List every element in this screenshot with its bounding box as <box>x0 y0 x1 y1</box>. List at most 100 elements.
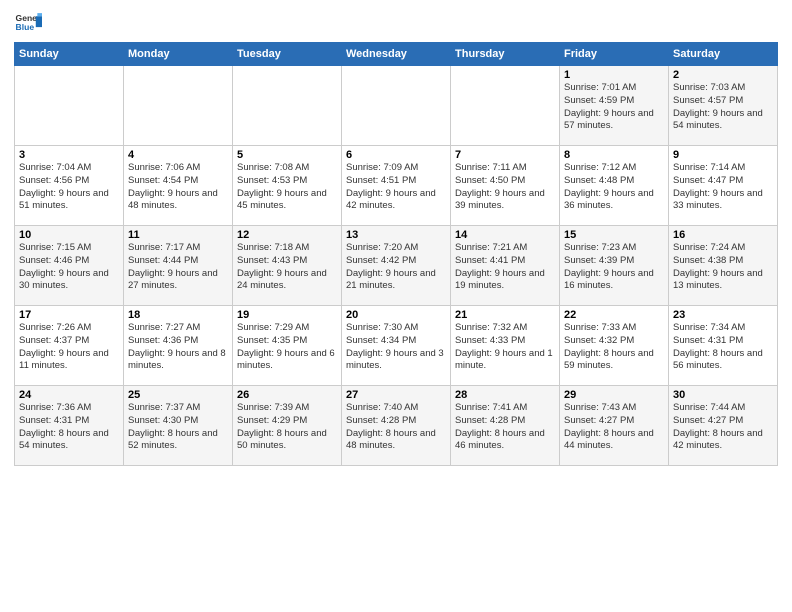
day-number: 5 <box>237 149 337 161</box>
day-cell: 5Sunrise: 7:08 AM Sunset: 4:53 PM Daylig… <box>233 146 342 226</box>
day-cell: 3Sunrise: 7:04 AM Sunset: 4:56 PM Daylig… <box>15 146 124 226</box>
day-detail: Sunrise: 7:37 AM Sunset: 4:30 PM Dayligh… <box>128 402 228 453</box>
day-number: 21 <box>455 309 555 321</box>
day-cell: 12Sunrise: 7:18 AM Sunset: 4:43 PM Dayli… <box>233 226 342 306</box>
day-cell <box>451 66 560 146</box>
logo: General Blue <box>14 10 42 38</box>
day-number: 18 <box>128 309 228 321</box>
day-number: 9 <box>673 149 773 161</box>
day-cell: 15Sunrise: 7:23 AM Sunset: 4:39 PM Dayli… <box>560 226 669 306</box>
day-detail: Sunrise: 7:29 AM Sunset: 4:35 PM Dayligh… <box>237 322 337 373</box>
col-header-tuesday: Tuesday <box>233 43 342 66</box>
day-cell: 27Sunrise: 7:40 AM Sunset: 4:28 PM Dayli… <box>342 386 451 466</box>
day-detail: Sunrise: 7:03 AM Sunset: 4:57 PM Dayligh… <box>673 82 773 133</box>
day-detail: Sunrise: 7:08 AM Sunset: 4:53 PM Dayligh… <box>237 162 337 213</box>
day-number: 7 <box>455 149 555 161</box>
day-cell: 7Sunrise: 7:11 AM Sunset: 4:50 PM Daylig… <box>451 146 560 226</box>
day-number: 8 <box>564 149 664 161</box>
day-cell <box>15 66 124 146</box>
day-detail: Sunrise: 7:21 AM Sunset: 4:41 PM Dayligh… <box>455 242 555 293</box>
day-detail: Sunrise: 7:17 AM Sunset: 4:44 PM Dayligh… <box>128 242 228 293</box>
col-header-saturday: Saturday <box>669 43 778 66</box>
week-row-3: 10Sunrise: 7:15 AM Sunset: 4:46 PM Dayli… <box>15 226 778 306</box>
day-detail: Sunrise: 7:43 AM Sunset: 4:27 PM Dayligh… <box>564 402 664 453</box>
day-number: 24 <box>19 389 119 401</box>
col-header-wednesday: Wednesday <box>342 43 451 66</box>
day-detail: Sunrise: 7:06 AM Sunset: 4:54 PM Dayligh… <box>128 162 228 213</box>
day-detail: Sunrise: 7:33 AM Sunset: 4:32 PM Dayligh… <box>564 322 664 373</box>
day-cell: 2Sunrise: 7:03 AM Sunset: 4:57 PM Daylig… <box>669 66 778 146</box>
day-cell: 17Sunrise: 7:26 AM Sunset: 4:37 PM Dayli… <box>15 306 124 386</box>
day-cell: 30Sunrise: 7:44 AM Sunset: 4:27 PM Dayli… <box>669 386 778 466</box>
day-detail: Sunrise: 7:30 AM Sunset: 4:34 PM Dayligh… <box>346 322 446 373</box>
day-number: 19 <box>237 309 337 321</box>
day-detail: Sunrise: 7:18 AM Sunset: 4:43 PM Dayligh… <box>237 242 337 293</box>
day-number: 14 <box>455 229 555 241</box>
day-detail: Sunrise: 7:44 AM Sunset: 4:27 PM Dayligh… <box>673 402 773 453</box>
day-number: 27 <box>346 389 446 401</box>
day-number: 30 <box>673 389 773 401</box>
svg-text:Blue: Blue <box>16 22 35 32</box>
day-number: 22 <box>564 309 664 321</box>
day-detail: Sunrise: 7:23 AM Sunset: 4:39 PM Dayligh… <box>564 242 664 293</box>
day-number: 20 <box>346 309 446 321</box>
day-cell <box>233 66 342 146</box>
day-cell: 8Sunrise: 7:12 AM Sunset: 4:48 PM Daylig… <box>560 146 669 226</box>
day-number: 11 <box>128 229 228 241</box>
week-row-2: 3Sunrise: 7:04 AM Sunset: 4:56 PM Daylig… <box>15 146 778 226</box>
day-detail: Sunrise: 7:04 AM Sunset: 4:56 PM Dayligh… <box>19 162 119 213</box>
day-cell: 28Sunrise: 7:41 AM Sunset: 4:28 PM Dayli… <box>451 386 560 466</box>
header-row: General Blue <box>14 10 778 38</box>
day-cell: 18Sunrise: 7:27 AM Sunset: 4:36 PM Dayli… <box>124 306 233 386</box>
day-detail: Sunrise: 7:24 AM Sunset: 4:38 PM Dayligh… <box>673 242 773 293</box>
day-detail: Sunrise: 7:11 AM Sunset: 4:50 PM Dayligh… <box>455 162 555 213</box>
day-number: 26 <box>237 389 337 401</box>
day-number: 6 <box>346 149 446 161</box>
day-detail: Sunrise: 7:27 AM Sunset: 4:36 PM Dayligh… <box>128 322 228 373</box>
day-cell: 26Sunrise: 7:39 AM Sunset: 4:29 PM Dayli… <box>233 386 342 466</box>
day-number: 10 <box>19 229 119 241</box>
day-number: 29 <box>564 389 664 401</box>
day-detail: Sunrise: 7:41 AM Sunset: 4:28 PM Dayligh… <box>455 402 555 453</box>
day-cell: 19Sunrise: 7:29 AM Sunset: 4:35 PM Dayli… <box>233 306 342 386</box>
day-cell: 14Sunrise: 7:21 AM Sunset: 4:41 PM Dayli… <box>451 226 560 306</box>
day-detail: Sunrise: 7:34 AM Sunset: 4:31 PM Dayligh… <box>673 322 773 373</box>
day-number: 25 <box>128 389 228 401</box>
day-cell <box>342 66 451 146</box>
day-number: 28 <box>455 389 555 401</box>
week-row-1: 1Sunrise: 7:01 AM Sunset: 4:59 PM Daylig… <box>15 66 778 146</box>
calendar-table: SundayMondayTuesdayWednesdayThursdayFrid… <box>14 42 778 466</box>
day-number: 15 <box>564 229 664 241</box>
day-cell: 13Sunrise: 7:20 AM Sunset: 4:42 PM Dayli… <box>342 226 451 306</box>
day-cell: 9Sunrise: 7:14 AM Sunset: 4:47 PM Daylig… <box>669 146 778 226</box>
day-cell: 24Sunrise: 7:36 AM Sunset: 4:31 PM Dayli… <box>15 386 124 466</box>
col-header-thursday: Thursday <box>451 43 560 66</box>
day-detail: Sunrise: 7:01 AM Sunset: 4:59 PM Dayligh… <box>564 82 664 133</box>
day-number: 12 <box>237 229 337 241</box>
day-detail: Sunrise: 7:36 AM Sunset: 4:31 PM Dayligh… <box>19 402 119 453</box>
day-detail: Sunrise: 7:12 AM Sunset: 4:48 PM Dayligh… <box>564 162 664 213</box>
day-cell: 21Sunrise: 7:32 AM Sunset: 4:33 PM Dayli… <box>451 306 560 386</box>
col-header-sunday: Sunday <box>15 43 124 66</box>
page-container: General Blue SundayMondayTuesdayWednesda… <box>0 0 792 472</box>
day-cell: 6Sunrise: 7:09 AM Sunset: 4:51 PM Daylig… <box>342 146 451 226</box>
day-cell: 20Sunrise: 7:30 AM Sunset: 4:34 PM Dayli… <box>342 306 451 386</box>
day-number: 13 <box>346 229 446 241</box>
day-detail: Sunrise: 7:15 AM Sunset: 4:46 PM Dayligh… <box>19 242 119 293</box>
day-number: 3 <box>19 149 119 161</box>
col-header-monday: Monday <box>124 43 233 66</box>
day-detail: Sunrise: 7:40 AM Sunset: 4:28 PM Dayligh… <box>346 402 446 453</box>
day-cell: 1Sunrise: 7:01 AM Sunset: 4:59 PM Daylig… <box>560 66 669 146</box>
header-row-days: SundayMondayTuesdayWednesdayThursdayFrid… <box>15 43 778 66</box>
day-number: 1 <box>564 69 664 81</box>
day-detail: Sunrise: 7:14 AM Sunset: 4:47 PM Dayligh… <box>673 162 773 213</box>
day-cell: 16Sunrise: 7:24 AM Sunset: 4:38 PM Dayli… <box>669 226 778 306</box>
day-cell: 29Sunrise: 7:43 AM Sunset: 4:27 PM Dayli… <box>560 386 669 466</box>
day-number: 23 <box>673 309 773 321</box>
logo-icon: General Blue <box>14 10 42 38</box>
day-cell: 22Sunrise: 7:33 AM Sunset: 4:32 PM Dayli… <box>560 306 669 386</box>
day-detail: Sunrise: 7:09 AM Sunset: 4:51 PM Dayligh… <box>346 162 446 213</box>
day-cell: 11Sunrise: 7:17 AM Sunset: 4:44 PM Dayli… <box>124 226 233 306</box>
day-detail: Sunrise: 7:26 AM Sunset: 4:37 PM Dayligh… <box>19 322 119 373</box>
day-number: 16 <box>673 229 773 241</box>
